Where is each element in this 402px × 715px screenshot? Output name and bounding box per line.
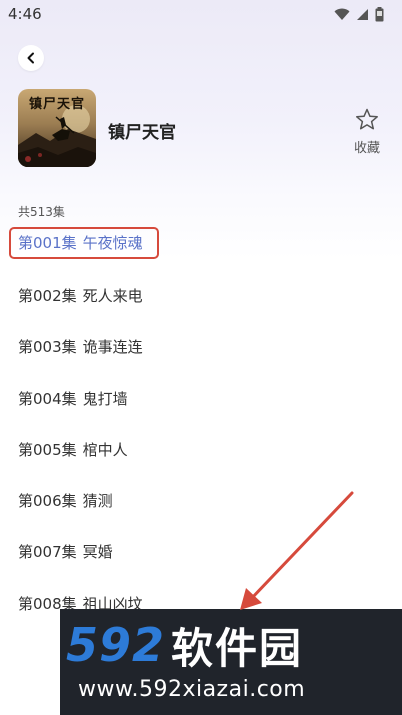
episode-item-2[interactable]: 第002集 死人来电 [18,282,143,310]
episode-title: 午夜惊魂 [82,234,143,252]
episode-title: 鬼打墙 [82,390,128,408]
episode-number: 第007集 [18,543,77,561]
battery-icon [375,6,384,22]
episode-item-6[interactable]: 第006集 猜测 [18,487,113,515]
episode-number: 第003集 [18,338,77,356]
cover-title: 镇尸天官 [28,97,85,112]
status-icons [334,6,384,22]
episode-title: 诡事连连 [82,338,143,356]
back-button[interactable] [18,45,44,71]
episode-title: 冥婚 [82,543,113,561]
episode-item-5[interactable]: 第005集 棺中人 [18,436,128,464]
episode-number: 第001集 [18,234,77,252]
watermark-logo: 592 软件园 [66,618,398,673]
star-outline-icon [355,108,379,135]
chevron-left-icon [25,49,37,68]
status-time: 4:46 [8,5,42,23]
drama-title: 镇尸天官 [108,123,176,143]
screen: 4:46 镇尸天官 镇尸天官 收藏 共513集 第001集 午夜惊魂 第002集… [0,0,402,715]
episode-item-7[interactable]: 第007集 冥婚 [18,538,113,566]
episode-number: 第002集 [18,287,77,305]
status-bar: 4:46 [0,0,402,28]
cover-image[interactable]: 镇尸天官 [18,89,96,167]
episode-item-1[interactable]: 第001集 午夜惊魂 [18,229,143,257]
episode-number: 第004集 [18,390,77,408]
watermark-banner: 592 软件园 www.592xiazai.com [60,609,402,715]
watermark-url: www.592xiazai.com [78,677,306,702]
watermark-logo-number: 592 [66,618,166,672]
episode-title: 棺中人 [82,441,128,459]
episode-title: 猜测 [82,492,113,510]
episode-item-4[interactable]: 第004集 鬼打墙 [18,385,128,413]
favorite-button[interactable]: 收藏 [350,108,384,156]
watermark-logo-text: 软件园 [171,623,304,673]
episode-count: 共513集 [18,205,65,219]
episode-title: 死人来电 [82,287,143,305]
wifi-icon [334,8,350,21]
episode-item-3[interactable]: 第003集 诡事连连 [18,333,143,361]
episode-number: 第005集 [18,441,77,459]
signal-icon [356,8,369,21]
favorite-label: 收藏 [353,141,380,156]
episode-number: 第006集 [18,492,77,510]
